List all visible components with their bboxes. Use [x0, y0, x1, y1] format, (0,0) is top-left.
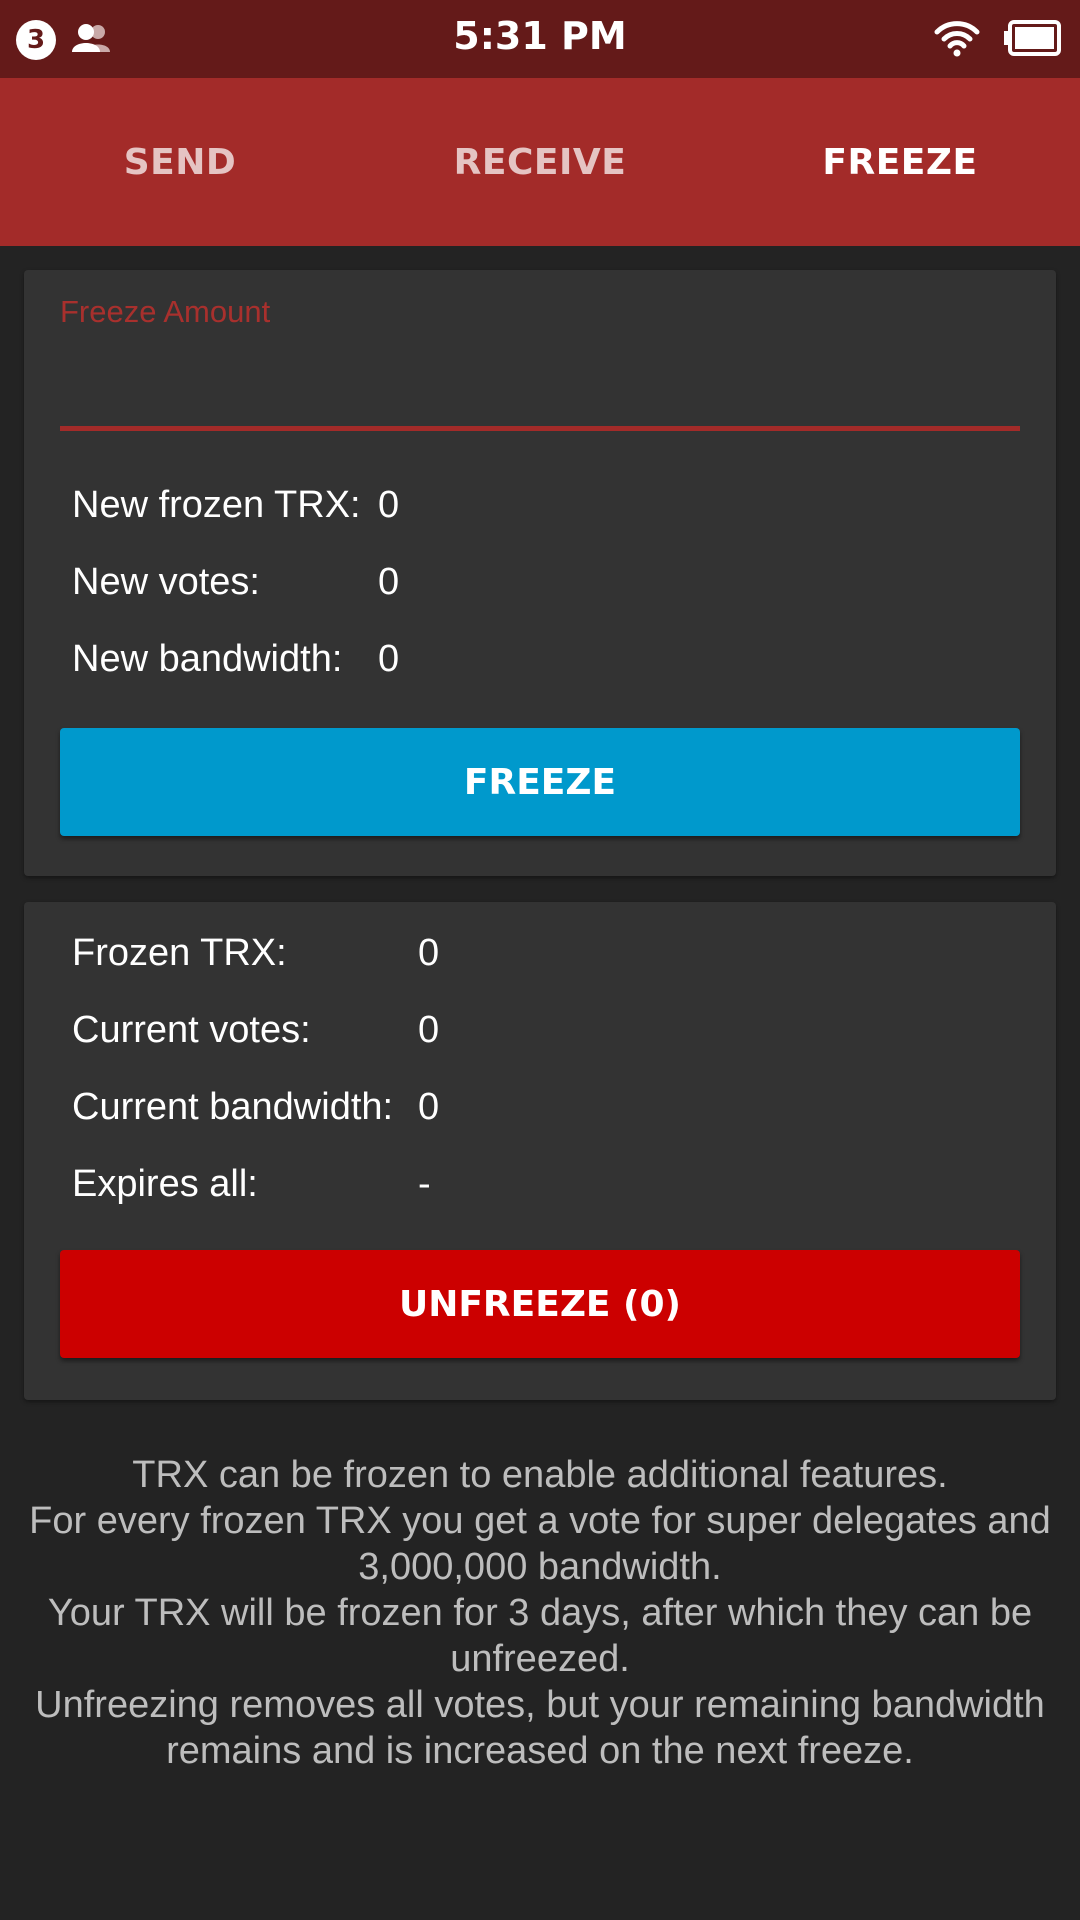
- battery-icon: [1002, 19, 1062, 62]
- row-label: Current votes:: [72, 1009, 311, 1051]
- current-bandwidth-row: Current bandwidth: 0: [72, 1086, 439, 1129]
- row-label: Current bandwidth:: [72, 1086, 394, 1128]
- info-line: Unfreezing removes all votes, but your r…: [35, 1684, 1045, 1772]
- new-bandwidth-row: New bandwidth: 0: [72, 638, 399, 681]
- row-label: Expires all:: [72, 1163, 258, 1205]
- row-value: 0: [418, 1009, 440, 1051]
- row-value: 0: [378, 638, 400, 680]
- tab-send[interactable]: SEND: [0, 78, 360, 246]
- info-line: For every frozen TRX you get a vote for …: [29, 1500, 1051, 1588]
- tab-freeze[interactable]: FREEZE: [720, 78, 1080, 246]
- row-value: 0: [378, 561, 400, 603]
- row-value: 0: [418, 932, 440, 974]
- tab-receive[interactable]: RECEIVE: [360, 78, 720, 246]
- new-votes-row: New votes: 0: [72, 561, 399, 604]
- status-bar: 3 5:31 PM: [0, 0, 1080, 78]
- row-label: New frozen TRX:: [72, 484, 361, 526]
- row-value: -: [418, 1163, 431, 1205]
- info-line: Your TRX will be frozen for 3 days, afte…: [47, 1592, 1033, 1680]
- row-value: 0: [378, 484, 400, 526]
- expires-all-row: Expires all: -: [72, 1163, 431, 1206]
- tab-bar: SEND RECEIVE FREEZE: [0, 78, 1080, 246]
- input-underline: [60, 426, 1020, 431]
- wifi-icon: [934, 18, 980, 63]
- row-label: New votes:: [72, 561, 260, 603]
- row-value: 0: [418, 1086, 440, 1128]
- frozen-status-card: Frozen TRX: 0 Current votes: 0 Current b…: [24, 902, 1056, 1400]
- frozen-trx-row: Frozen TRX: 0: [72, 932, 439, 975]
- row-label: Frozen TRX:: [72, 932, 287, 974]
- unfreeze-button[interactable]: UNFREEZE (0): [60, 1250, 1020, 1358]
- freeze-button[interactable]: FREEZE: [60, 728, 1020, 836]
- freeze-amount-input[interactable]: [60, 332, 1020, 382]
- info-text: TRX can be frozen to enable additional f…: [20, 1452, 1060, 1774]
- current-votes-row: Current votes: 0: [72, 1009, 439, 1052]
- status-right: [934, 18, 1062, 63]
- info-line: TRX can be frozen to enable additional f…: [132, 1454, 948, 1496]
- row-label: New bandwidth:: [72, 638, 343, 680]
- new-frozen-trx-row: New frozen TRX: 0: [72, 484, 399, 527]
- status-time: 5:31 PM: [453, 14, 627, 58]
- freeze-amount-label: Freeze Amount: [60, 294, 271, 329]
- freeze-card: Freeze Amount New frozen TRX: 0 New vote…: [24, 270, 1056, 876]
